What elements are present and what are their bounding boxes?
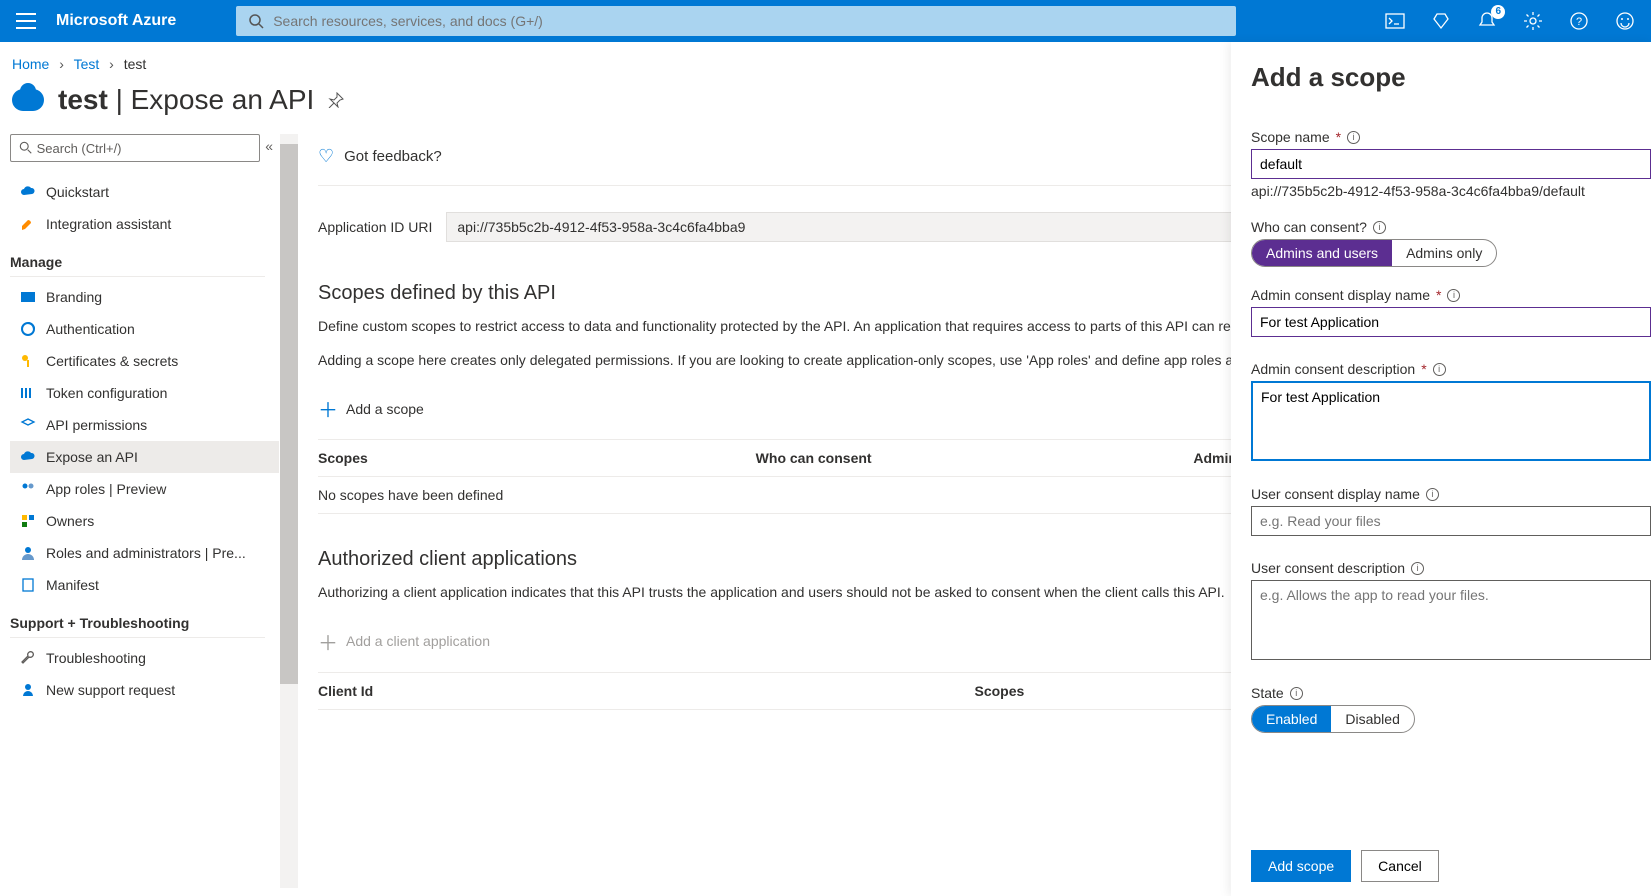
sidebar-item-expose-api[interactable]: Expose an API xyxy=(10,441,279,473)
pin-icon[interactable] xyxy=(328,92,344,108)
user-desc-input[interactable] xyxy=(1251,580,1651,660)
sidebar: Search (Ctrl+/) « Quickstart Integration… xyxy=(0,134,280,888)
panel-title: Add a scope xyxy=(1251,62,1651,93)
info-icon[interactable]: i xyxy=(1290,687,1303,700)
search-icon xyxy=(248,13,264,29)
gear-icon[interactable] xyxy=(1523,11,1543,31)
page-title: test | Expose an API xyxy=(58,84,314,116)
admin-display-input[interactable] xyxy=(1251,307,1651,337)
sidebar-item-token[interactable]: Token configuration xyxy=(10,377,279,409)
collapse-icon[interactable]: « xyxy=(265,138,273,154)
users-icon xyxy=(20,481,36,497)
breadcrumb-home[interactable]: Home xyxy=(12,56,49,72)
search-icon xyxy=(19,141,33,155)
sidebar-item-certificates[interactable]: Certificates & secrets xyxy=(10,345,279,377)
add-scope-submit-button[interactable]: Add scope xyxy=(1251,850,1351,882)
consent-admins-users[interactable]: Admins and users xyxy=(1252,240,1392,266)
admin-display-label: Admin consent display name*i xyxy=(1251,287,1651,303)
scope-name-label: Scope name*i xyxy=(1251,129,1651,145)
app-registration-icon xyxy=(12,89,44,111)
breadcrumb-l2: test xyxy=(124,56,147,72)
cloud-shell-icon[interactable] xyxy=(1385,11,1405,31)
info-icon[interactable]: i xyxy=(1426,488,1439,501)
token-icon xyxy=(20,385,36,401)
consent-label: Who can consent?i xyxy=(1251,219,1651,235)
brand-label: Microsoft Azure xyxy=(56,12,176,30)
info-icon[interactable]: i xyxy=(1433,363,1446,376)
svg-text:?: ? xyxy=(1576,16,1582,28)
user-display-input[interactable] xyxy=(1251,506,1651,536)
top-bar: Microsoft Azure 6 ? xyxy=(0,0,1651,42)
heart-icon: ♡ xyxy=(318,146,334,167)
sidebar-item-app-roles[interactable]: App roles | Preview xyxy=(10,473,279,505)
sidebar-item-troubleshooting[interactable]: Troubleshooting xyxy=(10,642,279,674)
sidebar-item-branding[interactable]: Branding xyxy=(10,281,279,313)
feedback-icon[interactable] xyxy=(1615,11,1635,31)
manifest-icon xyxy=(20,577,36,593)
sidebar-item-quickstart[interactable]: Quickstart xyxy=(10,176,279,208)
admin-desc-label: Admin consent description*i xyxy=(1251,361,1651,377)
sidebar-search[interactable]: Search (Ctrl+/) xyxy=(10,134,260,162)
col-consent: Who can consent xyxy=(756,450,1194,466)
breadcrumb-l1[interactable]: Test xyxy=(74,56,100,72)
rocket-icon xyxy=(20,216,36,232)
state-toggle[interactable]: Enabled Disabled xyxy=(1251,705,1415,733)
add-scope-panel: Add a scope Scope name*i api://735b5c2b-… xyxy=(1231,42,1651,896)
global-search[interactable] xyxy=(236,6,1236,36)
wrench-icon xyxy=(20,650,36,666)
top-toolbar: 6 ? xyxy=(1385,11,1635,31)
user-display-label: User consent display namei xyxy=(1251,486,1651,502)
global-search-input[interactable] xyxy=(273,13,1224,29)
sidebar-item-authentication[interactable]: Authentication xyxy=(10,313,279,345)
col-client-id: Client Id xyxy=(318,683,975,699)
sidebar-item-manifest[interactable]: Manifest xyxy=(10,569,279,601)
support-icon xyxy=(20,682,36,698)
cancel-button[interactable]: Cancel xyxy=(1361,850,1439,882)
cloud-icon xyxy=(20,449,36,465)
scope-uri-hint: api://735b5c2b-4912-4f53-958a-3c4c6fa4bb… xyxy=(1251,183,1651,199)
help-icon[interactable]: ? xyxy=(1569,11,1589,31)
state-disabled[interactable]: Disabled xyxy=(1331,706,1413,732)
info-icon[interactable]: i xyxy=(1411,562,1424,575)
scrollbar-thumb[interactable] xyxy=(280,144,298,684)
branding-icon xyxy=(20,289,36,305)
api-perm-icon xyxy=(20,417,36,433)
consent-admins-only[interactable]: Admins only xyxy=(1392,240,1496,266)
sidebar-item-api-permissions[interactable]: API permissions xyxy=(10,409,279,441)
user-desc-label: User consent descriptioni xyxy=(1251,560,1651,576)
cloud-icon xyxy=(20,184,36,200)
sidebar-item-owners[interactable]: Owners xyxy=(10,505,279,537)
col-scopes: Scopes xyxy=(318,450,756,466)
sidebar-item-integration[interactable]: Integration assistant xyxy=(10,208,279,240)
key-icon xyxy=(20,353,36,369)
plus-icon: ＋ xyxy=(318,394,338,423)
info-icon[interactable]: i xyxy=(1347,131,1360,144)
state-label: Statei xyxy=(1251,685,1651,701)
scope-name-input[interactable] xyxy=(1251,149,1651,179)
sidebar-item-support-request[interactable]: New support request xyxy=(10,674,279,706)
menu-icon[interactable] xyxy=(16,11,36,31)
consent-toggle[interactable]: Admins and users Admins only xyxy=(1251,239,1497,267)
sidebar-scrollbar[interactable] xyxy=(280,134,298,888)
owners-icon xyxy=(20,513,36,529)
notifications-badge: 6 xyxy=(1491,5,1505,19)
auth-icon xyxy=(20,321,36,337)
directory-icon[interactable] xyxy=(1431,11,1451,31)
state-enabled[interactable]: Enabled xyxy=(1252,706,1331,732)
info-icon[interactable]: i xyxy=(1447,289,1460,302)
sidebar-item-roles-admins[interactable]: Roles and administrators | Pre... xyxy=(10,537,279,569)
plus-icon: ＋ xyxy=(318,627,338,656)
app-id-label: Application ID URI xyxy=(318,219,432,235)
admin-icon xyxy=(20,545,36,561)
admin-desc-input[interactable] xyxy=(1251,381,1651,461)
notifications-icon[interactable]: 6 xyxy=(1477,11,1497,31)
info-icon[interactable]: i xyxy=(1373,221,1386,234)
sidebar-section-support: Support + Troubleshooting xyxy=(10,601,265,638)
sidebar-section-manage: Manage xyxy=(10,240,265,277)
